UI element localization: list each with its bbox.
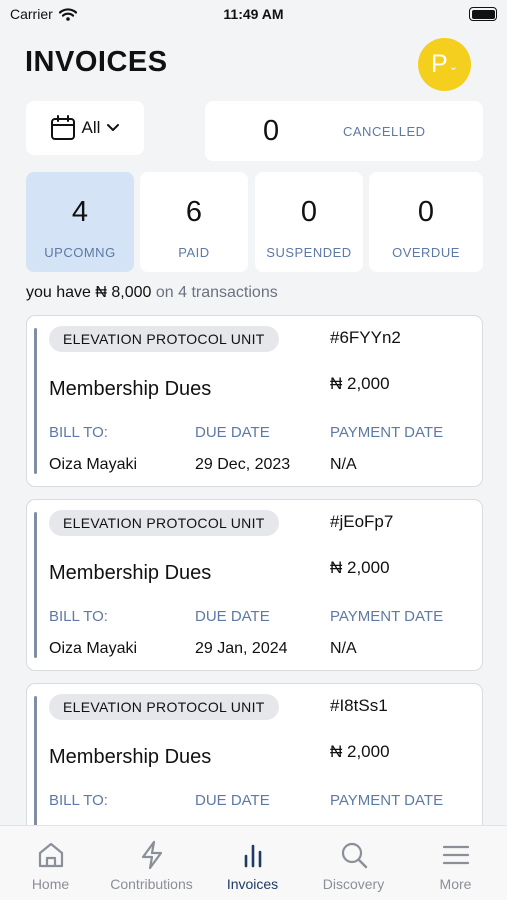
bill-to-value: Oiza Mayaki	[49, 456, 138, 473]
stat-upcoming[interactable]: 4 UPCOMNG	[26, 172, 134, 272]
bill-to-label: BILL TO:	[49, 608, 108, 625]
calendar-icon	[50, 115, 75, 140]
due-date-value: 29 Jan, 2024	[195, 640, 288, 657]
card-accent-bar	[34, 512, 37, 658]
tab-discovery[interactable]: Discovery	[303, 826, 404, 900]
due-date-value: 29 Dec, 2023	[195, 456, 291, 473]
home-icon	[38, 842, 63, 868]
status-bar: Carrier 11:49 AM	[0, 0, 507, 30]
stat-suspended[interactable]: 0 SUSPENDED	[255, 172, 363, 272]
invoice-status-stats: 4 UPCOMNG 6 PAID 0 SUSPENDED 0 OVERDUE	[26, 172, 483, 272]
bill-to-label: BILL TO:	[49, 424, 108, 441]
avatar-initial: P	[431, 50, 448, 78]
due-date-label: DUE DATE	[195, 608, 270, 625]
stat-count: 0	[417, 196, 435, 228]
transaction-count: on 4 transactions	[155, 284, 278, 301]
stat-label: UPCOMNG	[44, 245, 116, 260]
cancelled-count: 0	[263, 115, 280, 147]
invoice-title: Membership Dues	[49, 378, 212, 400]
stat-count: 6	[185, 196, 203, 228]
stat-overdue[interactable]: 0 OVERDUE	[369, 172, 483, 272]
tab-label: Home	[31, 876, 70, 892]
tab-label: Invoices	[226, 876, 279, 892]
unit-badge: ELEVATION PROTOCOL UNIT	[49, 694, 279, 720]
invoice-amount: ₦ 2,000	[330, 374, 390, 393]
invoice-title: Membership Dues	[49, 746, 212, 768]
unit-badge: ELEVATION PROTOCOL UNIT	[49, 326, 279, 352]
bill-to-label: BILL TO:	[49, 792, 108, 809]
payment-date-value: N/A	[330, 640, 357, 657]
stat-paid[interactable]: 6 PAID	[140, 172, 248, 272]
balance-amount: you have ₦ 8,000	[26, 284, 152, 301]
invoice-card[interactable]: ELEVATION PROTOCOL UNIT #6FYYn2 Membersh…	[26, 315, 483, 487]
invoice-id: #jEoFp7	[330, 512, 394, 531]
tab-label: Discovery	[322, 876, 385, 892]
invoice-amount: ₦ 2,000	[330, 558, 390, 577]
avatar[interactable]: P ⌄	[418, 38, 471, 91]
page-title: INVOICES	[25, 46, 168, 78]
chevron-down-icon: ⌄	[448, 61, 458, 73]
bar-chart-icon	[244, 844, 261, 868]
tab-more[interactable]: More	[404, 826, 507, 900]
battery-icon	[469, 7, 497, 21]
due-date-label: DUE DATE	[195, 792, 270, 809]
invoice-card[interactable]: ELEVATION PROTOCOL UNIT #I8tSs1 Membersh…	[26, 683, 483, 827]
card-accent-bar	[34, 328, 37, 474]
date-filter-dropdown[interactable]: All	[26, 101, 144, 155]
payment-date-value: N/A	[330, 456, 357, 473]
tab-home[interactable]: Home	[0, 826, 101, 900]
chevron-down-icon	[107, 124, 120, 131]
stat-label: SUSPENDED	[266, 245, 352, 260]
payment-date-label: PAYMENT DATE	[330, 792, 444, 809]
stat-count: 0	[300, 196, 318, 228]
tab-label: More	[439, 876, 472, 892]
status-time: 11:49 AM	[223, 6, 284, 22]
stat-label: PAID	[178, 245, 210, 260]
bill-to-value: Oiza Mayaki	[49, 640, 138, 657]
menu-icon	[442, 845, 469, 865]
cancelled-count-card[interactable]: 0 CANCELLED	[205, 101, 483, 161]
payment-date-label: PAYMENT DATE	[330, 608, 444, 625]
tab-invoices[interactable]: Invoices	[202, 826, 303, 900]
search-icon	[341, 842, 367, 869]
unit-badge: ELEVATION PROTOCOL UNIT	[49, 510, 279, 536]
tab-contributions[interactable]: Contributions	[101, 826, 202, 900]
invoice-id: #I8tSs1	[330, 696, 388, 715]
tab-label: Contributions	[110, 876, 193, 892]
invoice-id: #6FYYn2	[330, 328, 401, 347]
cancelled-label: CANCELLED	[343, 124, 426, 139]
stat-count: 4	[71, 196, 89, 228]
card-accent-bar	[34, 696, 37, 827]
invoice-amount: ₦ 2,000	[330, 742, 390, 761]
balance-summary: you have ₦ 8,000 on 4 transactions	[26, 284, 278, 302]
stat-label: OVERDUE	[392, 245, 460, 260]
bottom-tab-bar: Home Contributions Invoices Discovery Mo…	[0, 825, 507, 900]
invoice-title: Membership Dues	[49, 562, 212, 584]
lightning-icon	[141, 840, 162, 870]
filter-label: All	[81, 118, 101, 137]
invoice-card[interactable]: ELEVATION PROTOCOL UNIT #jEoFp7 Membersh…	[26, 499, 483, 671]
due-date-label: DUE DATE	[195, 424, 270, 441]
payment-date-label: PAYMENT DATE	[330, 424, 444, 441]
invoice-list[interactable]: ELEVATION PROTOCOL UNIT #6FYYn2 Membersh…	[0, 315, 507, 827]
